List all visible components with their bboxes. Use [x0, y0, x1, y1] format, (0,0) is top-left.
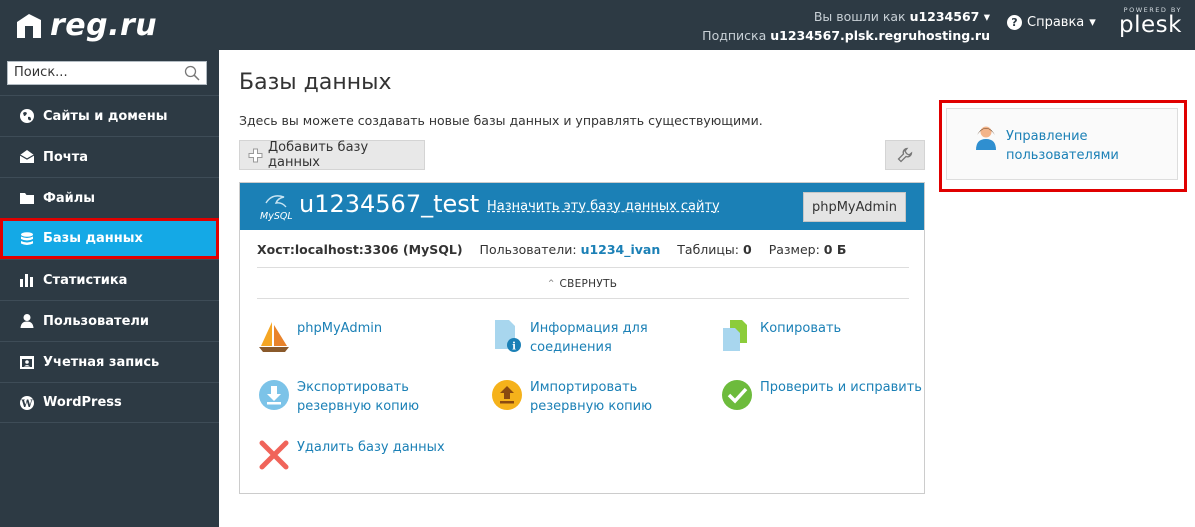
copy-action[interactable]: Копировать [720, 319, 841, 353]
copy-icon [723, 320, 747, 351]
checkmark-icon [722, 380, 752, 410]
check-repair-action[interactable]: Проверить и исправить [720, 378, 922, 412]
connection-info-label: Информация для соединения [530, 321, 648, 355]
host-label: Хост: [257, 242, 295, 257]
sidebar-item-mail[interactable]: Почта [0, 136, 219, 177]
sidebar: Поиск... Сайты и домены Почта Файлы Базы… [0, 50, 219, 527]
import-backup-label: Импортировать резервную копию [530, 380, 653, 414]
user-management-panel[interactable]: Управление пользователями [946, 108, 1178, 180]
phpmyadmin-button[interactable]: phpMyAdmin [803, 192, 906, 222]
sidebar-item-wordpress[interactable]: W WordPress [0, 382, 219, 423]
download-icon [259, 380, 289, 410]
collapse-toggle[interactable]: ⌃ СВЕРНУТЬ [240, 278, 924, 290]
plus-icon [248, 148, 263, 162]
tables-label: Таблицы: [677, 242, 739, 257]
assign-to-site-link[interactable]: Назначить эту базу данных сайту [487, 199, 720, 214]
sidebar-item-label: WordPress [43, 395, 122, 410]
username-caret-icon[interactable]: ▾ [979, 9, 990, 24]
sidebar-item-label: Учетная запись [43, 354, 160, 370]
help-label: Справка [1027, 15, 1085, 30]
sidebar-item-account[interactable]: Учетная запись [0, 341, 219, 382]
check-repair-label: Проверить и исправить [760, 380, 922, 395]
phpmyadmin-label: phpMyAdmin [297, 321, 383, 336]
collapse-label: СВЕРНУТЬ [559, 278, 618, 290]
size-label: Размер: [768, 242, 820, 257]
sidebar-item-databases[interactable]: Базы данных [0, 218, 219, 259]
wrench-icon [897, 147, 913, 163]
svg-text:i: i [512, 342, 516, 353]
tables-value: 0 [742, 242, 752, 257]
sidebar-nav: Сайты и домены Почта Файлы Базы данных С… [0, 95, 219, 423]
globe-icon [20, 109, 34, 123]
host-value: localhost:3306 (MySQL) [294, 242, 463, 257]
sidebar-item-label: Статистика [43, 272, 128, 288]
sidebar-item-files[interactable]: Файлы [0, 177, 219, 218]
subscription-value[interactable]: u1234567.plsk.regruhosting.ru [770, 28, 990, 43]
divider [257, 298, 909, 299]
mysql-label: MySQL [260, 211, 292, 222]
plesk-text: plesk [1119, 12, 1182, 38]
import-backup-action[interactable]: Импортировать резервную копию [490, 378, 652, 416]
page-description: Здесь вы можете создавать новые базы дан… [239, 113, 763, 128]
plesk-logo: POWERED BY plesk [1118, 6, 1182, 38]
add-database-label: Добавить базу данных [267, 140, 369, 170]
user-management-link[interactable]: Управление пользователями [1006, 127, 1119, 165]
sidebar-item-label: Файлы [43, 190, 96, 206]
delete-database-label: Удалить базу данных [297, 440, 445, 455]
copy-label: Копировать [760, 321, 842, 336]
database-icon [21, 231, 33, 245]
phpmyadmin-sailboat-icon [259, 322, 289, 352]
database-card-header: MySQL u1234567_test Назначить эту базу д… [240, 183, 924, 230]
svg-text:W: W [20, 399, 33, 410]
mail-icon [19, 150, 35, 163]
wordpress-icon: W [20, 395, 34, 410]
users-label: Пользователи: [479, 242, 577, 257]
db-user-link[interactable]: u1234_ivan [581, 242, 661, 257]
sidebar-item-label: Пользователи [43, 313, 150, 329]
help-icon: ? [1007, 15, 1022, 30]
help-caret-icon: ▾ [1089, 15, 1096, 30]
upload-icon [492, 380, 522, 410]
top-header: reg.ru Вы вошли как u1234567 ▾ Подписка … [0, 0, 1195, 50]
database-info: Хост:localhost:3306 (MySQL) Пользователи… [257, 242, 846, 257]
size-value: 0 Б [823, 242, 847, 257]
folder-icon [20, 193, 34, 204]
reg-ru-logo[interactable]: reg.ru [14, 7, 158, 43]
sidebar-item-statistics[interactable]: Статистика [0, 259, 219, 300]
connection-info-icon: i [495, 320, 521, 353]
search-icon[interactable] [184, 65, 200, 81]
logo-mark-icon [17, 14, 41, 38]
logged-in-label: Вы вошли как [813, 9, 906, 24]
database-name: u1234567_test [299, 190, 480, 218]
sidebar-item-users[interactable]: Пользователи [0, 300, 219, 341]
database-card: MySQL u1234567_test Назначить эту базу д… [239, 182, 925, 494]
add-database-button[interactable]: Добавить базу данных [239, 140, 425, 170]
login-info: Вы вошли как u1234567 ▾ Подписка u123456… [702, 7, 990, 45]
sidebar-item-sites-domains[interactable]: Сайты и домены [0, 95, 219, 136]
bar-chart-icon [20, 274, 33, 287]
sidebar-item-label: Почта [43, 149, 89, 165]
mysql-icon: MySQL [258, 189, 292, 223]
tools-button[interactable] [885, 140, 925, 170]
user-management-icon [976, 126, 996, 150]
page-title: Базы данных [239, 70, 392, 95]
search-input[interactable]: Поиск... [7, 61, 207, 85]
phpmyadmin-action[interactable]: phpMyAdmin [257, 319, 382, 353]
connection-info-action[interactable]: i Информация для соединения [490, 319, 648, 357]
username-dropdown[interactable]: u1234567 [910, 9, 980, 24]
search-placeholder: Поиск... [14, 65, 68, 80]
sidebar-item-label: Сайты и домены [43, 108, 168, 124]
sidebar-item-label: Базы данных [43, 231, 143, 246]
logo-text: reg.ru [50, 7, 158, 43]
subscription-label: Подписка [702, 28, 767, 43]
help-menu[interactable]: ? Справка ▾ [1007, 15, 1096, 30]
delete-database-action[interactable]: Удалить базу данных [257, 438, 445, 472]
export-backup-label: Экспортировать резервную копию [297, 380, 420, 414]
user-icon [20, 314, 34, 328]
delete-x-icon [259, 440, 289, 470]
export-backup-action[interactable]: Экспортировать резервную копию [257, 378, 419, 416]
divider [257, 267, 909, 268]
chevron-up-icon: ⌃ [546, 278, 560, 290]
account-icon [20, 356, 34, 369]
